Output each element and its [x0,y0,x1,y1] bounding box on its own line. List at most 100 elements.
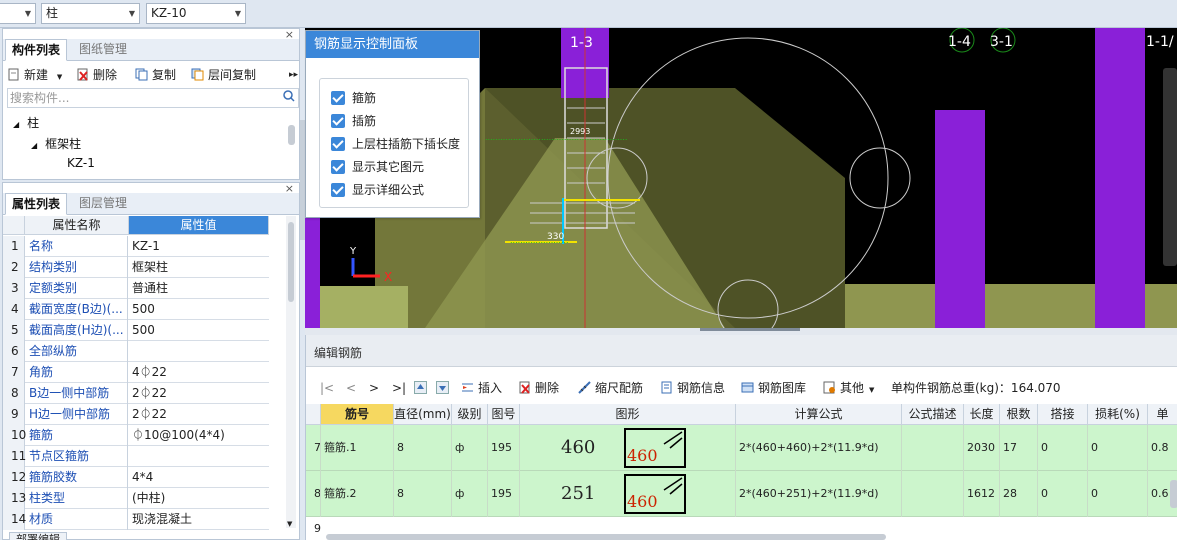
property-row[interactable]: 3 定额类别 普通柱 [3,278,269,299]
property-value[interactable] [129,341,269,362]
cell-lap[interactable]: 0 [1038,471,1088,517]
cell-formula[interactable]: 2*(460+460)+2*(11.9*d) [736,425,902,471]
splitter-grip[interactable] [700,328,800,331]
cell-unit[interactable]: 0.8 [1148,425,1177,471]
tab-layout-edit[interactable]: 部署编辑 [9,532,67,540]
property-row[interactable]: 14 材质 现浇混凝土 [3,509,269,530]
tab-component-list[interactable]: 构件列表 [5,39,68,61]
property-row[interactable]: 2 结构类别 框架柱 [3,257,269,278]
tree-node-frame-column[interactable]: ◢ 框架柱 [31,135,81,152]
cell-count[interactable]: 17 [1000,425,1038,471]
scroll-down-icon[interactable]: ▼ [287,520,292,528]
property-row[interactable]: 5 截面高度(H边)(... 500 [3,320,269,341]
shape-dim-b[interactable]: 460 [627,446,658,465]
property-row[interactable]: 4 截面宽度(B边)(... 500 [3,299,269,320]
chevron-down-icon[interactable]: ▼ [129,4,135,23]
property-row[interactable]: 7 角筋 4⏀22 [3,362,269,383]
cell-length[interactable]: 1612 [964,471,1000,517]
cell-grade[interactable]: ф [452,471,488,517]
cell-loss[interactable]: 0 [1088,425,1148,471]
property-row[interactable]: 1 名称 KZ-1 [3,236,269,257]
rebar-table-row[interactable]: 8 箍筋.2 8 ф 195 251 460 2*(460+251)+2*(11… [306,471,1177,517]
horizontal-scrollbar[interactable] [326,534,886,540]
horizontal-splitter[interactable] [305,328,1177,335]
property-value[interactable]: 2⏀22 [129,383,269,404]
cell-diameter[interactable]: 8 [394,471,452,517]
property-value[interactable]: (中柱) [129,488,269,509]
property-value[interactable] [129,446,269,467]
copy-button[interactable]: 复制 [135,66,176,84]
search-icon[interactable] [283,89,295,107]
cell-bar-name[interactable]: 箍筋.1 [321,425,394,471]
shape-dim-b[interactable]: 460 [627,492,658,511]
component-search-input[interactable]: 搜索构件... [7,88,299,108]
dropdown-arrow-icon[interactable]: ▼ [869,386,874,394]
property-value[interactable]: 4⏀22 [129,362,269,383]
other-button[interactable]: 其他 ▼ [823,379,874,397]
property-value[interactable]: 500 [129,320,269,341]
tab-drawing-manage[interactable]: 图纸管理 [73,39,133,61]
rebar-table-row[interactable]: 7 箍筋.1 8 ф 195 460 460 2*(460+460)+2*(11… [306,425,1177,471]
property-value[interactable]: ⏀10@100(4*4) [129,425,269,446]
property-value[interactable]: 普通柱 [129,278,269,299]
shape-dim-a[interactable]: 460 [561,425,595,471]
property-row[interactable]: 9 H边一侧中部筋 2⏀22 [3,404,269,425]
cell-diameter[interactable]: 8 [394,425,452,471]
tab-property-list[interactable]: 属性列表 [5,193,68,215]
scrollbar-thumb[interactable] [288,222,294,302]
dropdown-arrow-icon[interactable]: ▼ [57,73,62,81]
cell-figure-no[interactable]: 195 [488,471,520,517]
tree-expand-icon[interactable]: ◢ [31,141,37,150]
delete-button[interactable]: 删除 [76,66,117,84]
insert-button[interactable]: 插入 [461,379,502,397]
property-value[interactable]: 现浇混凝土 [129,509,269,530]
cell-loss[interactable]: 0 [1088,471,1148,517]
property-value[interactable]: KZ-1 [129,236,269,257]
property-row[interactable]: 6 全部纵筋 [3,341,269,362]
property-value[interactable]: 2⏀22 [129,404,269,425]
property-value[interactable]: 框架柱 [129,257,269,278]
tree-leaf-kz1[interactable]: KZ-1 [67,156,95,170]
floor-combo[interactable]: ▼ [0,3,36,24]
shape-dim-a[interactable]: 251 [561,471,595,517]
nav-first-button[interactable]: |< [320,379,334,397]
cell-grade[interactable]: ф [452,425,488,471]
property-scrollbar[interactable]: ▼ [286,216,296,528]
property-row[interactable]: 10 箍筋 ⏀10@100(4*4) [3,425,269,446]
cell-length[interactable]: 2030 [964,425,1000,471]
chevron-down-icon[interactable]: ▼ [25,4,31,23]
checkbox-checked-icon[interactable] [331,137,345,151]
move-down-button[interactable] [436,379,453,397]
vertical-scrollbar[interactable] [1170,480,1177,508]
property-value[interactable]: 500 [129,299,269,320]
rebar-info-button[interactable]: 钢筋信息 [660,379,725,397]
floor-copy-button[interactable]: 层间复制 [191,66,256,84]
type-combo[interactable]: 柱 ▼ [41,3,140,24]
property-row[interactable]: 11 节点区箍筋 [3,446,269,467]
new-button[interactable]: 新建 ▼ [7,66,62,84]
member-combo[interactable]: KZ-10 ▼ [146,3,246,24]
scale-rebar-button[interactable]: 缩尺配筋 [578,379,643,397]
tab-layer-manage[interactable]: 图层管理 [73,193,133,215]
property-row[interactable]: 12 箍筋胶数 4*4 [3,467,269,488]
more-icon[interactable]: ▸▸ [289,66,298,84]
nav-next-button[interactable]: > [369,379,379,397]
nav-prev-button[interactable]: < [346,379,356,397]
tree-node-column[interactable]: ◢ 柱 [13,114,39,131]
tree-expand-icon[interactable]: ◢ [13,120,19,129]
cell-count[interactable]: 28 [1000,471,1038,517]
checkbox-checked-icon[interactable] [331,160,345,174]
cell-lap[interactable]: 0 [1038,425,1088,471]
nav-last-button[interactable]: >| [392,379,406,397]
cell-formula[interactable]: 2*(460+251)+2*(11.9*d) [736,471,902,517]
cell-figure-no[interactable]: 195 [488,425,520,471]
chevron-down-icon[interactable]: ▼ [235,4,241,23]
cell-formula-desc[interactable] [902,425,964,471]
cell-formula-desc[interactable] [902,471,964,517]
property-row[interactable]: 13 柱类型 (中柱) [3,488,269,509]
property-row[interactable]: 8 B边一侧中部筋 2⏀22 [3,383,269,404]
property-value[interactable]: 4*4 [129,467,269,488]
checkbox-checked-icon[interactable] [331,91,345,105]
delete-row-button[interactable]: 删除 [518,379,559,397]
tree-scrollbar[interactable] [288,125,295,145]
